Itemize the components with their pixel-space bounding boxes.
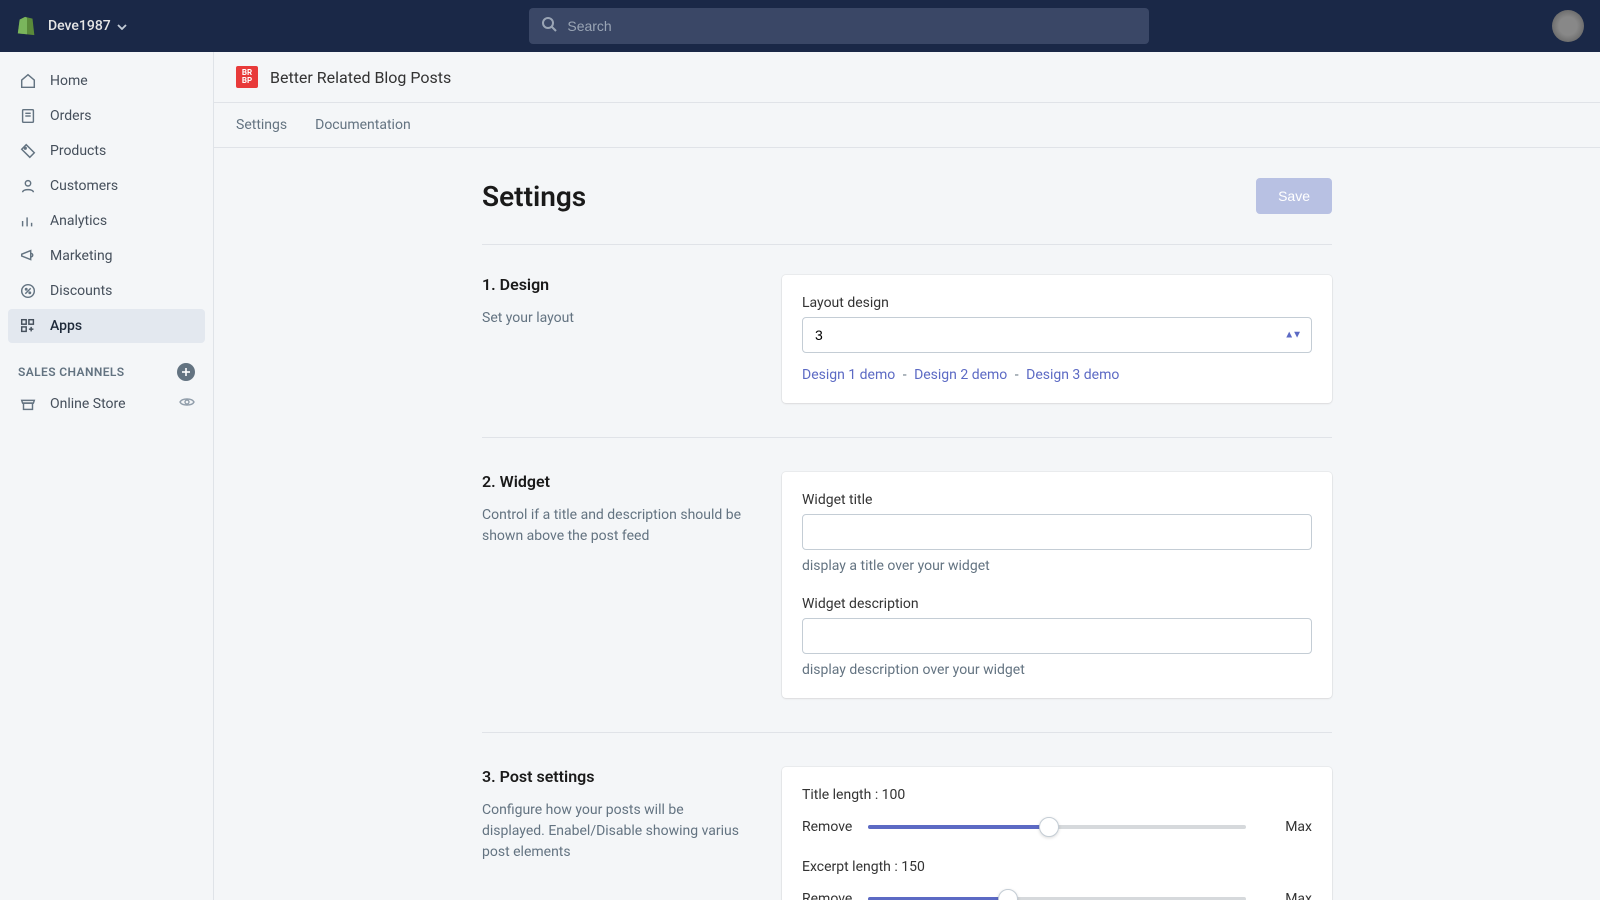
- app-title: Better Related Blog Posts: [270, 68, 451, 87]
- section-title: 2. Widget: [482, 472, 742, 491]
- slider-max-label: Max: [1258, 891, 1312, 900]
- sidebar-item-label: Customers: [50, 178, 118, 194]
- layout-design-label: Layout design: [802, 295, 1312, 311]
- sidebar-item-home[interactable]: Home: [8, 64, 205, 98]
- orders-icon: [18, 106, 38, 126]
- chevron-down-icon: [117, 18, 127, 34]
- store-name-label: Deve1987: [48, 18, 111, 34]
- sidebar-item-marketing[interactable]: Marketing: [8, 239, 205, 273]
- customers-icon: [18, 176, 38, 196]
- sidebar: Home Orders Products Customers Analytics…: [0, 52, 214, 900]
- slider-min-label: Remove: [802, 819, 856, 835]
- widget-desc-label: Widget description: [802, 596, 1312, 612]
- sidebar-item-label: Orders: [50, 108, 92, 124]
- section-title: 1. Design: [482, 275, 742, 294]
- section-post-settings: 3. Post settings Configure how your post…: [482, 767, 1332, 900]
- discounts-icon: [18, 281, 38, 301]
- widget-title-help: display a title over your widget: [802, 558, 1312, 574]
- sidebar-channel-online-store[interactable]: Online Store: [8, 387, 205, 421]
- tab-settings[interactable]: Settings: [236, 117, 287, 133]
- sidebar-item-label: Apps: [50, 318, 82, 334]
- tabs: Settings Documentation: [214, 103, 1600, 148]
- store-switcher[interactable]: Deve1987: [48, 18, 127, 34]
- main: BR BP Better Related Blog Posts Settings…: [214, 52, 1600, 900]
- slider-min-label: Remove: [802, 891, 856, 900]
- page-title: Settings: [482, 180, 586, 213]
- design-1-demo-link[interactable]: Design 1 demo: [802, 367, 895, 383]
- sidebar-item-label: Marketing: [50, 248, 113, 264]
- products-icon: [18, 141, 38, 161]
- eye-icon[interactable]: [179, 396, 195, 412]
- title-length-label: Title length : 100: [802, 787, 1312, 803]
- slider-max-label: Max: [1258, 819, 1312, 835]
- slider-thumb[interactable]: [998, 889, 1018, 900]
- sidebar-item-label: Products: [50, 143, 106, 159]
- slider-thumb[interactable]: [1039, 817, 1059, 837]
- sidebar-item-products[interactable]: Products: [8, 134, 205, 168]
- analytics-icon: [18, 211, 38, 231]
- save-button[interactable]: Save: [1256, 178, 1332, 214]
- store-icon: [18, 394, 38, 414]
- topbar: Deve1987: [0, 0, 1600, 52]
- section-title: 3. Post settings: [482, 767, 742, 786]
- sidebar-item-label: Home: [50, 73, 88, 89]
- design-2-demo-link[interactable]: Design 2 demo: [914, 367, 1007, 383]
- widget-desc-input[interactable]: [802, 618, 1312, 654]
- search-icon: [541, 16, 557, 36]
- sidebar-item-analytics[interactable]: Analytics: [8, 204, 205, 238]
- search-input[interactable]: [567, 18, 1137, 34]
- section-desc: Configure how your posts will be display…: [482, 800, 742, 863]
- shopify-logo-icon: [16, 14, 38, 38]
- sidebar-item-customers[interactable]: Customers: [8, 169, 205, 203]
- search-box[interactable]: [529, 8, 1149, 44]
- widget-title-label: Widget title: [802, 492, 1312, 508]
- design-3-demo-link[interactable]: Design 3 demo: [1026, 367, 1119, 383]
- home-icon: [18, 71, 38, 91]
- sidebar-item-apps[interactable]: Apps: [8, 309, 205, 343]
- app-header: BR BP Better Related Blog Posts: [214, 52, 1600, 103]
- demo-links: Design 1 demo - Design 2 demo - Design 3…: [802, 367, 1312, 383]
- widget-desc-help: display description over your widget: [802, 662, 1312, 678]
- sidebar-item-discounts[interactable]: Discounts: [8, 274, 205, 308]
- sidebar-item-label: Online Store: [50, 396, 126, 412]
- sidebar-section-title: SALES CHANNELS: [18, 365, 125, 379]
- section-desc: Control if a title and description shoul…: [482, 505, 742, 547]
- add-channel-button[interactable]: [177, 363, 195, 381]
- sidebar-item-label: Discounts: [50, 283, 112, 299]
- title-length-slider[interactable]: [868, 817, 1246, 837]
- section-widget: 2. Widget Control if a title and descrip…: [482, 472, 1332, 733]
- excerpt-length-label: Excerpt length : 150: [802, 859, 1312, 875]
- layout-design-select[interactable]: 3: [802, 317, 1312, 353]
- sidebar-item-orders[interactable]: Orders: [8, 99, 205, 133]
- section-desc: Set your layout: [482, 308, 742, 329]
- excerpt-length-slider[interactable]: [868, 889, 1246, 900]
- section-design: 1. Design Set your layout Layout design …: [482, 275, 1332, 438]
- sidebar-item-label: Analytics: [50, 213, 107, 229]
- avatar[interactable]: [1552, 10, 1584, 42]
- plus-icon: [181, 367, 191, 377]
- marketing-icon: [18, 246, 38, 266]
- widget-title-input[interactable]: [802, 514, 1312, 550]
- apps-icon: [18, 316, 38, 336]
- tab-documentation[interactable]: Documentation: [315, 117, 411, 133]
- app-logo-icon: BR BP: [236, 66, 258, 88]
